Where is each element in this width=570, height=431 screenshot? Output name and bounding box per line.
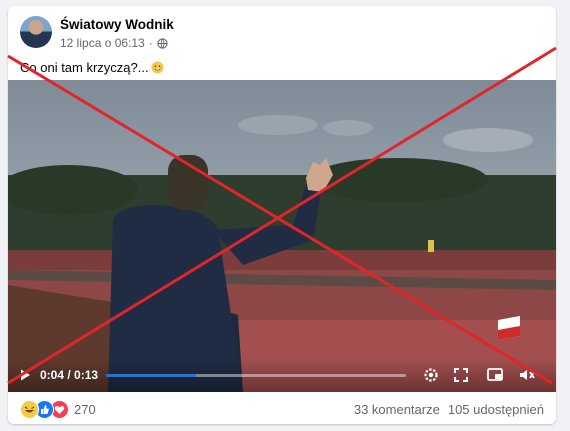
grinning-face-emoji	[151, 61, 164, 74]
haha-icon	[20, 400, 39, 419]
play-icon[interactable]	[18, 368, 32, 382]
shares-count[interactable]: 105 udostępnień	[448, 402, 544, 417]
post-text-content: Co oni tam krzyczą?...	[20, 60, 149, 75]
post-stats: 33 komentarze 105 udostępnień	[354, 402, 544, 417]
post-text: Co oni tam krzyczą?...	[20, 60, 164, 75]
settings-icon[interactable]	[422, 366, 440, 384]
fullscreen-icon[interactable]	[452, 366, 470, 384]
author-name[interactable]: Światowy Wodnik	[60, 17, 174, 32]
post-timestamp[interactable]: 12 lipca o 06:13	[60, 36, 145, 50]
video-time: 0:04 / 0:13	[40, 368, 98, 382]
reaction-count: 270	[74, 402, 96, 417]
current-time: 0:04	[40, 368, 65, 382]
meta-separator: ·	[148, 36, 153, 50]
time-separator: /	[64, 368, 75, 382]
pip-icon[interactable]	[486, 366, 504, 384]
post-card: Światowy Wodnik 12 lipca o 06:13 · Co on…	[8, 6, 556, 424]
globe-icon	[157, 37, 168, 49]
duration: 0:13	[74, 368, 99, 382]
avatar[interactable]	[20, 16, 52, 48]
progress-fill	[106, 374, 196, 377]
video-frame	[8, 80, 556, 392]
post-meta: 12 lipca o 06:13 ·	[60, 36, 168, 50]
progress-bar[interactable]	[106, 374, 406, 377]
video-player[interactable]: 0:04 / 0:13	[8, 80, 556, 392]
reactions-summary[interactable]: 270	[20, 400, 96, 419]
volume-icon[interactable]	[518, 366, 536, 384]
video-controls: 0:04 / 0:13	[8, 358, 556, 392]
post-footer: 270 33 komentarze 105 udostępnień	[8, 392, 556, 424]
comments-count[interactable]: 33 komentarze	[354, 402, 440, 417]
